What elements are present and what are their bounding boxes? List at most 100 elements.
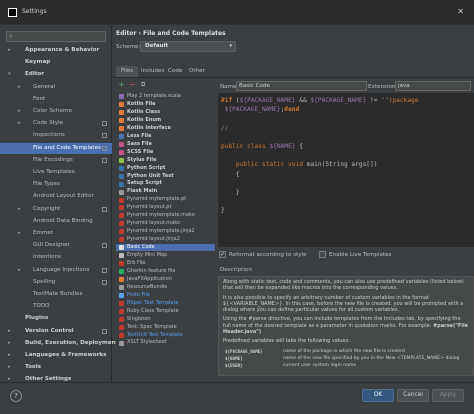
list-item[interactable]: Test::Spec Template xyxy=(116,324,215,331)
list-item[interactable]: Pyramid layout.pt xyxy=(116,204,215,211)
sidebar-item[interactable]: ▸ Code Style xyxy=(0,118,112,129)
sidebar-item[interactable]: Keymap xyxy=(0,57,112,68)
sidebar-item[interactable]: TextMate Bundles xyxy=(0,289,112,300)
live-templates-label: Enable Live Templates xyxy=(329,252,392,258)
variable-value: name of the package in which the new fil… xyxy=(283,348,405,354)
sidebar-item[interactable]: GUI Designer xyxy=(0,240,112,251)
sidebar-item[interactable]: ▸ Copyright xyxy=(0,204,112,215)
list-item[interactable]: Setup Script xyxy=(116,180,215,187)
sidebar-item[interactable]: Live Templates xyxy=(0,167,112,178)
chevron-right-icon[interactable]: ▸ xyxy=(18,265,21,276)
sidebar-item[interactable]: Android Data Binding xyxy=(0,216,112,227)
list-item[interactable]: Singleton xyxy=(116,316,215,323)
variable-value: name of the new file specified by you in… xyxy=(283,356,460,362)
list-item[interactable]: RSpec Test Template xyxy=(116,300,215,307)
list-item[interactable]: Python Script xyxy=(116,165,215,172)
list-item[interactable]: Kotlin Enum xyxy=(116,117,215,124)
list-item[interactable]: Pyramid mytemplate.mako xyxy=(116,212,215,219)
sidebar-item[interactable]: Intentions xyxy=(0,252,112,263)
sidebar-item[interactable]: ▸ Emmet xyxy=(0,228,112,239)
search-input[interactable]: ⌕ xyxy=(6,31,106,42)
sidebar-item[interactable]: ▸ Build, Execution, Deployment xyxy=(0,338,118,349)
sidebar-item[interactable]: Inspections xyxy=(0,130,112,141)
list-item[interactable]: XSLT Stylesheet xyxy=(116,339,215,346)
list-item[interactable]: Python Unit Test xyxy=(116,173,215,180)
sidebar-item[interactable]: File Types xyxy=(0,179,112,190)
file-type-icon xyxy=(119,94,124,100)
tab-other[interactable]: Other xyxy=(184,66,210,77)
scheme-dropdown[interactable]: Default ▾ xyxy=(140,41,236,52)
help-button[interactable]: ? xyxy=(10,390,22,402)
file-type-icon xyxy=(119,300,124,306)
list-item[interactable]: Gherkin feature file xyxy=(116,268,215,275)
list-item[interactable]: Flask Main xyxy=(116,188,215,195)
chevron-down-icon[interactable]: ▾ xyxy=(8,69,11,80)
cancel-button[interactable]: Cancel xyxy=(397,389,429,402)
list-item[interactable]: Less File xyxy=(116,133,215,140)
sidebar-item[interactable]: ▸ Languages & Frameworks xyxy=(0,350,112,361)
chevron-right-icon[interactable]: ▸ xyxy=(18,106,21,117)
sidebar-item[interactable]: Plugins xyxy=(0,313,112,324)
list-item-label: Sass File xyxy=(127,140,152,147)
list-item[interactable]: Empty Mini Map xyxy=(116,252,215,259)
add-template-icon[interactable]: + xyxy=(118,80,125,89)
chevron-right-icon[interactable]: ▸ xyxy=(8,45,11,56)
code-line: } xyxy=(221,189,240,197)
apply-button[interactable]: Apply xyxy=(432,389,464,402)
list-item[interactable]: Pyramid layout.jinja2 xyxy=(116,236,215,243)
sidebar-item[interactable]: ▸ Appearance & Behavior xyxy=(0,45,112,56)
chevron-right-icon[interactable]: ▸ xyxy=(18,118,21,129)
description-intro: Along with static text, code and comment… xyxy=(223,279,464,292)
remove-template-icon[interactable]: − xyxy=(129,80,136,89)
list-item[interactable]: Play 2 template.scala xyxy=(116,93,215,100)
chevron-right-icon[interactable]: ▸ xyxy=(8,338,11,349)
list-item[interactable]: Pyramid mytemplate.pt xyxy=(116,196,215,203)
tab-files[interactable]: Files xyxy=(116,66,139,77)
extension-field[interactable]: java xyxy=(395,81,471,91)
list-item[interactable]: ResourceBundle xyxy=(116,284,215,291)
list-item[interactable]: Basic Code xyxy=(116,244,215,252)
list-item[interactable]: Ruby Class Template xyxy=(116,308,215,315)
sidebar-item[interactable]: ▸ Tools xyxy=(0,362,112,373)
sidebar-item[interactable]: ▾ Editor xyxy=(0,69,112,80)
list-item[interactable]: Kotlin Interface xyxy=(116,125,215,132)
list-item[interactable]: Pyramid layout.mako xyxy=(116,220,215,227)
list-item[interactable]: Erb File xyxy=(116,260,215,267)
code-token: ${PACKAGE_NAME} xyxy=(221,106,281,114)
ok-button[interactable]: OK xyxy=(362,389,394,402)
sidebar-item[interactable]: Font xyxy=(0,94,112,105)
list-item[interactable]: SCSS File xyxy=(116,149,215,156)
copy-template-icon[interactable]: ⧉ xyxy=(141,80,145,89)
sidebar-item[interactable]: Android Layout Editor xyxy=(0,191,112,202)
chevron-right-icon[interactable]: ▸ xyxy=(18,228,21,239)
list-item[interactable]: JavaFXApplication xyxy=(116,276,215,283)
list-item[interactable]: Stylus File xyxy=(116,157,215,164)
sidebar-item[interactable]: ▸ Color Scheme xyxy=(0,106,112,117)
chevron-right-icon[interactable]: ▸ xyxy=(8,326,11,337)
list-item[interactable]: Pyramid mytemplate.jinja2 xyxy=(116,228,215,235)
project-scope-icon xyxy=(102,121,107,127)
template-editor[interactable]: #if (${PACKAGE_NAME} && ${PACKAGE_NAME} … xyxy=(218,93,474,247)
file-type-icon xyxy=(119,253,124,259)
sidebar-item[interactable]: ▸ Version Control xyxy=(0,326,112,337)
chevron-right-icon[interactable]: ▸ xyxy=(8,362,11,373)
list-item-label: Gherkin feature file xyxy=(127,267,176,274)
list-item[interactable]: TestUnit Test Template xyxy=(116,332,215,339)
chevron-right-icon[interactable]: ▸ xyxy=(18,82,21,93)
name-field[interactable]: Basic Code xyxy=(236,81,367,91)
list-item[interactable]: Proto File xyxy=(116,292,215,299)
sidebar-item[interactable]: TODO xyxy=(0,301,112,312)
list-item[interactable]: Kotlin Class xyxy=(116,109,215,116)
code-line: } xyxy=(221,207,225,215)
chevron-right-icon[interactable]: ▸ xyxy=(8,350,11,361)
list-item[interactable]: Kotlin File xyxy=(116,101,215,108)
sidebar-item[interactable]: File and Code Templates xyxy=(0,142,112,154)
list-item[interactable]: Sass File xyxy=(116,141,215,148)
chevron-right-icon[interactable]: ▸ xyxy=(18,204,21,215)
sidebar-item[interactable]: File Encodings xyxy=(0,155,112,166)
close-icon[interactable]: ✕ xyxy=(457,7,464,16)
sidebar-item[interactable]: Spelling xyxy=(0,277,112,288)
sidebar-item[interactable]: ▸ General xyxy=(0,82,112,93)
variable-key: ${NAME} xyxy=(225,356,243,362)
sidebar-item[interactable]: ▸ Language Injections xyxy=(0,265,112,276)
